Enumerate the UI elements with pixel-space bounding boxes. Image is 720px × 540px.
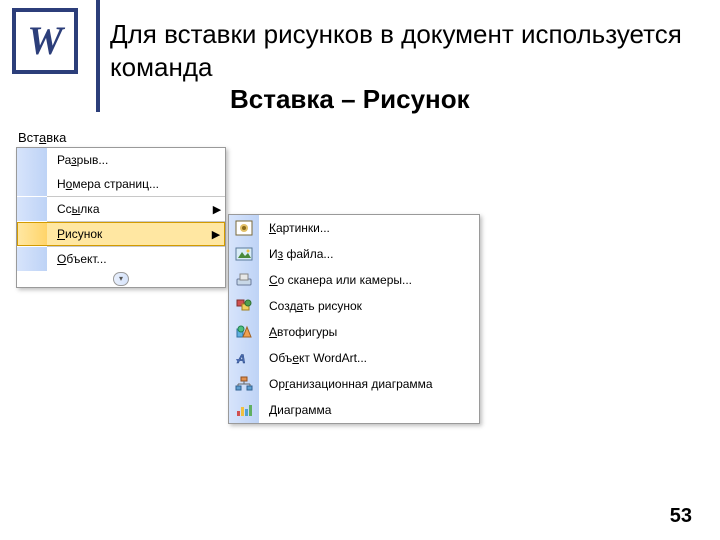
chevron-down-icon: ▾ [113,272,129,286]
t: А [269,325,277,339]
t: ы [72,202,81,216]
menu-item-razryv[interactable]: Разрыв... [17,148,225,172]
t: лка [80,202,99,216]
submenu-arrow-icon: ▶ [208,228,224,241]
t: Н [57,177,66,191]
menu-item-label: Картинки... [259,221,479,235]
menu-title-pre: Вст [18,130,39,145]
chart-icon [235,402,253,418]
vertical-rule [96,0,100,112]
t: Объ [269,351,292,365]
insert-menu-panel: Разрыв... Номера страниц... Ссылка ▶ Рис… [16,147,226,288]
menu-title[interactable]: Вставка [16,130,226,145]
icon-strip: A [229,345,259,371]
org-chart-icon [235,376,253,392]
icon-strip [229,371,259,397]
menu-item-label: Ссылка [47,202,209,216]
menu-item-label: Создать рисунок [259,299,479,313]
t: ть рисунок [303,299,362,313]
t: втофигуры [277,325,337,339]
t: бъект... [66,252,106,266]
word-logo: W [12,8,78,74]
menu-item-label: Объект... [47,252,225,266]
menu-item-label: Рисунок [47,227,208,241]
t: мера страниц... [72,177,159,191]
icon-strip [229,267,259,293]
heading-command: Вставка – Рисунок [110,83,690,116]
insert-menu-area: Вставка Разрыв... Номера страниц... Ссыл… [16,130,226,288]
t: Д [269,403,277,417]
submenu-item-kartinki[interactable]: Картинки... [229,215,479,241]
menu-item-label: Автофигуры [259,325,479,339]
menu-title-post: вка [46,130,66,145]
t: исунок [65,227,102,241]
submenu-item-wordart[interactable]: A Объект WordArt... [229,345,479,371]
menu-item-label: Диаграмма [259,403,479,417]
risunok-submenu-panel: Картинки... Из файла... Со сканера или к… [228,214,480,424]
submenu-item-iz-faila[interactable]: Из файла... [229,241,479,267]
icon-strip [229,215,259,241]
heading-line1: Для вставки рисунков в документ использу… [110,19,682,82]
t: И [269,247,278,261]
t: кт WordArt... [299,351,367,365]
submenu-item-diagramma[interactable]: Диаграмма [229,397,479,423]
page-number: 53 [670,505,692,528]
t: С [269,273,278,287]
t: е [292,351,299,365]
icon-strip [17,197,47,221]
icon-strip [18,223,47,245]
menu-item-risunok[interactable]: Рисунок ▶ [17,222,225,246]
t: анизационная диаграмма [289,377,432,391]
t: Ра [57,153,71,167]
t: К [269,221,276,235]
t: Р [57,227,65,241]
icon-strip [229,293,259,319]
t: артинки... [276,221,330,235]
wordart-icon: A [235,350,253,366]
submenu-arrow-icon: ▶ [209,203,225,216]
menu-item-label: Из файла... [259,247,479,261]
t: о сканера или камеры... [278,273,412,287]
icon-strip [17,172,47,196]
menu-expand-chevron[interactable]: ▾ [17,271,225,287]
t: рыв... [77,153,109,167]
menu-item-label: Со сканера или камеры... [259,273,479,287]
menu-item-label: Номера страниц... [47,177,225,191]
menu-item-ssylka[interactable]: Ссылка ▶ [17,197,225,221]
new-drawing-icon [235,298,253,314]
submenu-item-avtofigury[interactable]: Автофигуры [229,319,479,345]
submenu-item-org-diagramma[interactable]: Организационная диаграмма [229,371,479,397]
icon-strip [17,247,47,271]
icon-strip [229,397,259,423]
menu-item-label: Объект WordArt... [259,351,479,365]
icon-strip [229,241,259,267]
t: Сс [57,202,72,216]
scanner-icon [235,272,253,288]
menu-item-label: Разрыв... [47,153,225,167]
menu-item-label: Организационная диаграмма [259,377,479,391]
word-logo-letter: W [27,21,63,61]
t: Созд [269,299,296,313]
submenu-item-scanner[interactable]: Со сканера или камеры... [229,267,479,293]
t: О [57,252,66,266]
clipart-icon [235,220,253,236]
t: Ор [269,377,285,391]
submenu-item-sozdat-risunok[interactable]: Создать рисунок [229,293,479,319]
t: файла... [283,247,333,261]
menu-item-nomera-stranits[interactable]: Номера страниц... [17,172,225,196]
t: иаграмма [277,403,331,417]
slide-heading: Для вставки рисунков в документ использу… [110,18,690,116]
from-file-icon [235,246,253,262]
icon-strip [17,148,47,172]
icon-strip [229,319,259,345]
autoshapes-icon [235,324,253,340]
menu-item-objekt[interactable]: Объект... [17,247,225,271]
